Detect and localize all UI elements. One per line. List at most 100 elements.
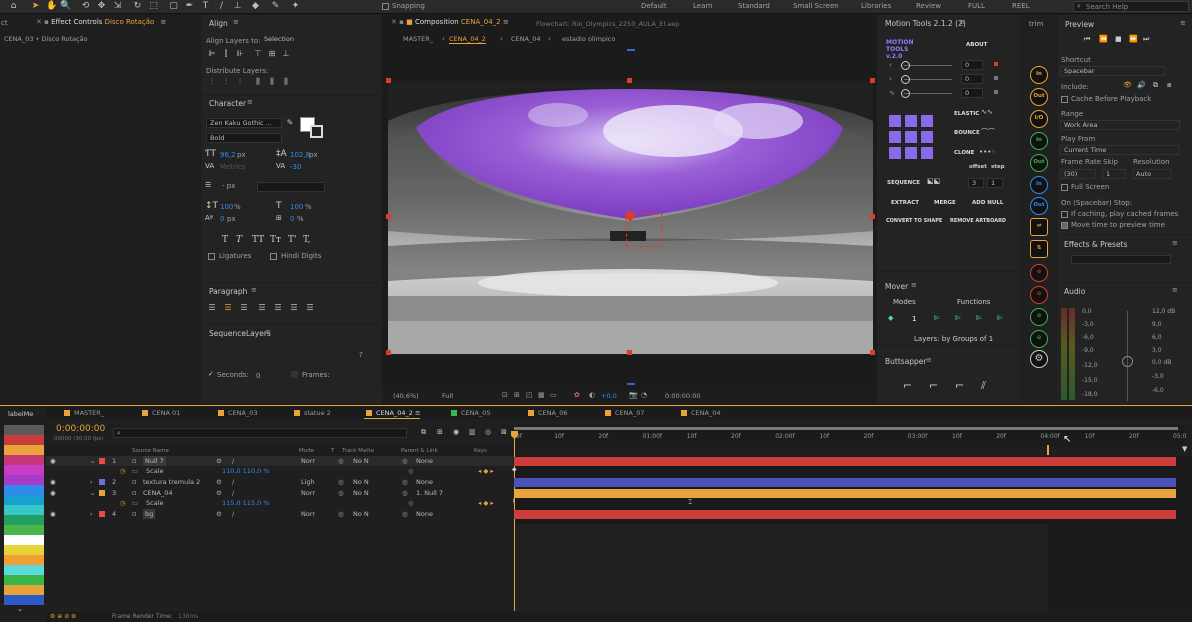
track-matte-icon[interactable]: ◎ [338, 509, 344, 519]
extract-button[interactable]: EXTRACT [891, 200, 919, 206]
col-parent[interactable]: Parent & Link [401, 446, 438, 456]
last-frame-icon[interactable]: ⏭ [1143, 35, 1149, 44]
layer-name[interactable]: CENA_04 [143, 488, 172, 498]
layer-row[interactable]: ◉ ⌄ 3 ▫ CENA_04 ⚙ / Norr ◎ No N ◎ 1. Null 7 [46, 488, 513, 498]
track-matte-select[interactable]: No N [353, 509, 369, 519]
if-caching-checkbox[interactable] [1061, 211, 1068, 218]
about-button[interactable]: ABOUT [966, 42, 987, 48]
layer-label-swatch[interactable] [99, 458, 105, 464]
trace-button-4[interactable]: ⊙ [1030, 330, 1048, 348]
panel-menu-icon[interactable]: ≡ [1172, 239, 1178, 247]
layer-switch-icon[interactable]: / [232, 456, 234, 466]
layer-mode-select[interactable]: Norr [301, 456, 315, 466]
layer-duration-bar[interactable] [514, 457, 1176, 466]
clone-stamp-tool-icon[interactable]: ⊥ [232, 1, 243, 12]
layer-row[interactable]: ◉ › 4 ▫ bg ⚙ / Norr ◎ No N ◎ None [46, 509, 513, 519]
side-tab-label[interactable]: ct [1, 19, 8, 27]
trace-button-1[interactable]: ⊙ [1030, 264, 1048, 282]
property-row[interactable]: ◷ ▭ Scale 115,0 115,0 % ◎ ◂ ◆ ▸ [46, 498, 513, 508]
justify-all-icon[interactable]: ☰ [305, 303, 315, 313]
seconds-value[interactable]: 0 [256, 372, 260, 380]
distribute-top-icon[interactable]: ⫶ [207, 77, 217, 87]
sequence-step[interactable]: 1 [987, 178, 1003, 188]
flowchart-tab[interactable]: Flowchart: Rio_Olympics_2250_AULA_El.aep [536, 20, 679, 28]
small-caps-button[interactable]: Tт [270, 235, 281, 245]
faux-italic-button[interactable]: T [236, 235, 242, 245]
layer-switch-icon[interactable]: ⚙ [216, 488, 222, 498]
align-hcenter-icon[interactable]: ⫿ [221, 49, 231, 59]
selection-handle[interactable] [627, 78, 632, 83]
zoom-slider-icon[interactable]: ▼ [1182, 445, 1187, 453]
label-color-swatch[interactable] [4, 435, 44, 445]
color-management-icon[interactable]: ✿ [574, 391, 580, 399]
skip-select[interactable]: 1 [1102, 169, 1126, 179]
workspace-learn[interactable]: Learn [693, 2, 713, 10]
kerning-value[interactable]: Metrics [220, 163, 245, 171]
timeline-tab[interactable]: CENA_07 [603, 407, 644, 419]
comp-nav-cena04[interactable]: CENA_04 [511, 35, 540, 43]
trim-range-button[interactable]: ⇅ [1030, 240, 1048, 258]
panel-menu-icon[interactable]: ≡ [247, 98, 253, 106]
track-matte-select[interactable]: No N [353, 488, 369, 498]
workspace-review[interactable]: Review [916, 2, 941, 10]
trim-link-button[interactable]: ⇌ [1030, 218, 1048, 236]
slider-track[interactable] [904, 65, 952, 66]
trim-in-2-button[interactable]: In [1030, 132, 1048, 150]
label-color-swatch[interactable] [4, 475, 44, 485]
label-color-swatch[interactable] [4, 445, 44, 455]
align-to-select[interactable]: Selection [261, 35, 327, 45]
layer-switch-icon[interactable]: ⚙ [216, 509, 222, 519]
seconds-checkbox[interactable]: ✓ [208, 370, 214, 378]
timeline-tab[interactable]: statue 2 [292, 407, 331, 419]
selection-handle[interactable] [870, 78, 875, 83]
distribute-bottom-icon[interactable]: ⫶ [235, 77, 245, 87]
sequence-stairs-icon[interactable]: ⬕⬕ [927, 177, 940, 185]
zoom-tool-icon[interactable]: 🔍 [60, 1, 71, 12]
distribute-hcenter-icon[interactable]: ⫼ [267, 77, 277, 87]
eraser-tool-icon[interactable]: ◆ [250, 1, 261, 12]
mask-icon[interactable]: ◰ [526, 391, 533, 399]
hindi-digits-checkbox[interactable] [270, 253, 277, 260]
add-null-button[interactable]: ADD NULL [972, 200, 1003, 206]
snapshot-icon[interactable]: 📷 [629, 391, 638, 399]
panel-menu-icon[interactable]: ≡ [161, 18, 167, 26]
clone-button[interactable]: CLONE [954, 150, 974, 156]
shy-layers-icon[interactable]: ◉ [453, 428, 459, 436]
selection-handle[interactable] [386, 214, 391, 219]
layer-switch-icon[interactable]: ⚙ [216, 456, 222, 466]
comp-flowchart-icon[interactable]: ⧉ [421, 428, 426, 437]
move-time-checkbox[interactable] [1061, 222, 1068, 229]
layer-switch-icon[interactable]: / [232, 488, 234, 498]
timeline-tab[interactable]: CENA_03 [216, 407, 257, 419]
label-color-swatch[interactable] [4, 465, 44, 475]
graph-editor-icon[interactable]: ⊠ [501, 428, 507, 436]
close-icon[interactable]: ✕ [391, 18, 397, 26]
label-color-swatch[interactable] [4, 515, 44, 525]
selection-tool-icon[interactable]: ➤ [30, 1, 41, 12]
orbit-tool-icon[interactable]: ⟲ [80, 1, 91, 12]
function-icon-2[interactable]: ⊫ [955, 314, 961, 322]
influence-icon[interactable]: ∿ [889, 89, 895, 97]
comp-nav-estadio[interactable]: estadio olimpico [562, 35, 615, 43]
selection-handle[interactable] [386, 78, 391, 83]
frame-rate-select[interactable]: (30) [1060, 169, 1096, 179]
show-snapshot-icon[interactable]: ◔ [641, 391, 647, 399]
record-dot[interactable] [994, 62, 998, 66]
parent-select[interactable]: None [416, 477, 433, 487]
track-matte-icon[interactable]: ◎ [338, 456, 344, 466]
mode-value[interactable]: 1 [912, 315, 916, 323]
play-from-select[interactable]: Current Time [1060, 145, 1180, 155]
keyframe-marker[interactable]: ⌶ [688, 498, 692, 507]
corner-tool-icon-1[interactable]: ⌐ [903, 379, 912, 392]
rotate-tool-icon[interactable]: ↻ [132, 1, 143, 12]
property-value[interactable]: 110,0 110,0 % [222, 466, 270, 476]
remove-artboard-button[interactable]: REMOVE ARTBOARD [950, 218, 1006, 224]
chevron-left-icon[interactable]: ‹ [889, 61, 892, 69]
rectangle-tool-icon[interactable]: ▢ [168, 1, 179, 12]
slider-track[interactable] [904, 93, 952, 94]
selection-handle[interactable] [386, 350, 391, 355]
work-area-bar[interactable] [514, 427, 1178, 430]
line-tool-icon[interactable]: ⫽ [981, 379, 986, 393]
align-left-icon[interactable]: ⊫ [207, 49, 217, 59]
trim-io-button[interactable]: I/O [1030, 110, 1048, 128]
